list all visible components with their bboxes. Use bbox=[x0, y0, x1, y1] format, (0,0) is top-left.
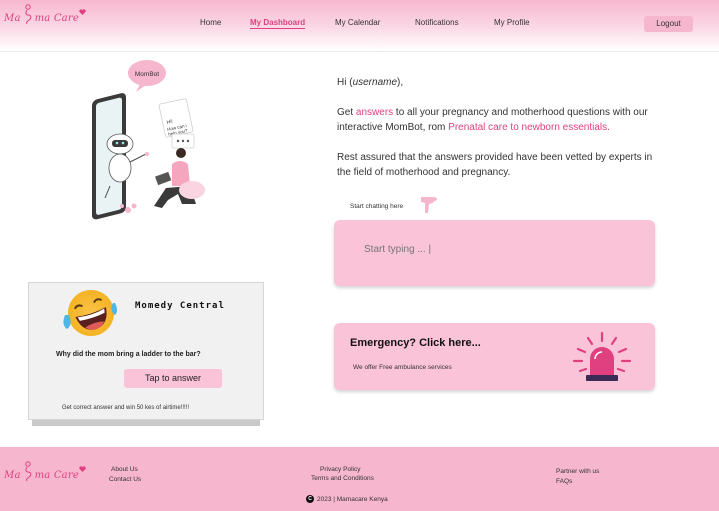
copyright: C 2023 | Mamacare Kenya bbox=[306, 495, 388, 503]
footer-logo-text-right: ma Care bbox=[34, 470, 79, 481]
about-us-link[interactable]: About Us bbox=[111, 466, 138, 473]
logo-text-left: Ma bbox=[4, 13, 21, 24]
footer-logo-text-left: Ma bbox=[4, 470, 21, 481]
pregnant-mother-logo-icon bbox=[24, 461, 31, 481]
logout-button[interactable]: Logout bbox=[644, 16, 693, 32]
copyright-icon: C bbox=[306, 495, 314, 503]
chat-window-icon: Hi! How can i help you? bbox=[158, 98, 195, 149]
nav-my-profile[interactable]: My Profile bbox=[494, 18, 530, 27]
footer: Ma ma Care About Us Contact Us Privacy P… bbox=[0, 447, 719, 511]
chat-box[interactable] bbox=[334, 220, 655, 286]
greeting-suffix: ), bbox=[397, 77, 404, 88]
contact-us-link[interactable]: Contact Us bbox=[109, 476, 141, 483]
nav-home[interactable]: Home bbox=[200, 18, 221, 27]
heart-icon bbox=[79, 466, 86, 472]
greeting-section: Hi (username), Get answers to all your p… bbox=[337, 75, 657, 195]
partner-link[interactable]: Partner with us bbox=[556, 468, 599, 475]
prenatal-care-link[interactable]: Prenatal care to newborn essentials. bbox=[448, 122, 610, 133]
username: username bbox=[352, 77, 398, 88]
pregnant-mother-logo-icon bbox=[24, 4, 31, 24]
emergency-title: Emergency? Click here... bbox=[350, 337, 481, 349]
pointer-hand-icon bbox=[421, 197, 437, 213]
mama-care-logo[interactable]: Ma ma Care bbox=[4, 4, 86, 24]
momedy-title: Momedy Central bbox=[135, 301, 225, 311]
svg-text:Hi!: Hi! bbox=[166, 119, 173, 126]
tap-to-answer-button[interactable]: Tap to answer bbox=[124, 369, 222, 388]
footer-logo[interactable]: Ma ma Care bbox=[4, 461, 86, 481]
airtime-promo-note: Get correct answer and win 50 kes of air… bbox=[62, 405, 190, 411]
greeting-prefix: Hi ( bbox=[337, 77, 353, 88]
momedy-central-card: Momedy Central Why did the mom bring a l… bbox=[28, 282, 264, 420]
joke-question: Why did the mom bring a ladder to the ba… bbox=[56, 351, 201, 358]
greeting-hi: Hi (username), bbox=[337, 75, 657, 90]
emergency-subtitle: We offer Free ambulance services bbox=[353, 364, 452, 371]
mombot-bubble-icon: MomBot bbox=[128, 60, 166, 92]
start-chatting-label: Start chatting here bbox=[350, 203, 404, 210]
mombot-illustration: MomBot Hi! How can i help you? bbox=[70, 56, 220, 221]
logo-text-right: ma Care bbox=[34, 13, 79, 24]
terms-link[interactable]: Terms and Conditions bbox=[311, 475, 374, 482]
emergency-button[interactable]: Emergency? Click here... We offer Free a… bbox=[334, 323, 655, 390]
answers-link[interactable]: answers bbox=[356, 107, 393, 118]
privacy-policy-link[interactable]: Privacy Policy bbox=[320, 466, 360, 473]
siren-icon bbox=[572, 331, 632, 381]
faqs-link[interactable]: FAQs bbox=[556, 478, 572, 485]
header: Ma ma Care Home My Dashboard My Calendar… bbox=[0, 0, 719, 52]
nav-my-calendar[interactable]: My Calendar bbox=[335, 18, 380, 27]
nav-notifications[interactable]: Notifications bbox=[415, 18, 459, 27]
person-icon bbox=[154, 148, 205, 208]
intro-paragraph: Get answers to all your pregnancy and mo… bbox=[337, 105, 657, 135]
copyright-text: 2023 | Mamacare Kenya bbox=[317, 495, 388, 503]
assurance-paragraph: Rest assured that the answers provided h… bbox=[337, 152, 653, 178]
nav-my-dashboard[interactable]: My Dashboard bbox=[250, 18, 306, 29]
intro-text-a: Get bbox=[337, 107, 356, 118]
chat-input[interactable] bbox=[364, 244, 624, 255]
heart-icon bbox=[79, 9, 86, 15]
bubble-label: MomBot bbox=[135, 71, 159, 78]
laughing-emoji-icon bbox=[63, 290, 117, 336]
